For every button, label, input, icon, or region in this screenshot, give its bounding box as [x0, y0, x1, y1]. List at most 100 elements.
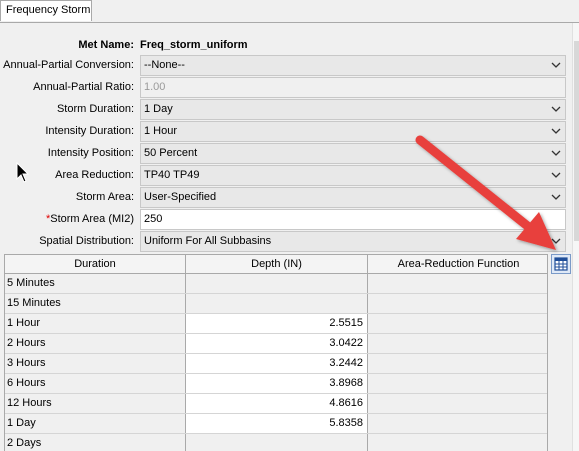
- field-label-text: Storm Area:: [75, 191, 134, 203]
- met-name-row: Met Name: Freq_storm_uniform: [0, 35, 572, 57]
- field-value: Uniform For All Subbasins: [144, 235, 272, 247]
- table-row: 5 Minutes: [5, 274, 547, 294]
- field-value: User-Specified: [144, 191, 217, 203]
- met-name-value: Freq_storm_uniform: [140, 39, 248, 51]
- cell-duration[interactable]: 2 Hours: [5, 334, 186, 353]
- field-value: 1 Hour: [144, 125, 178, 137]
- field-label-text: Storm Area (MI2): [50, 213, 134, 225]
- depth-table: Duration Depth (IN) Area-Reduction Funct…: [4, 254, 548, 451]
- cell-duration[interactable]: 15 Minutes: [5, 294, 186, 313]
- field-value: 1.00: [144, 81, 166, 93]
- field-value: 1 Day: [144, 103, 173, 115]
- dropdown-field[interactable]: Uniform For All Subbasins: [140, 231, 566, 252]
- cell-area-reduction[interactable]: [368, 334, 547, 353]
- field-label-text: Storm Duration:: [56, 103, 134, 115]
- cell-depth[interactable]: 2.5515: [186, 314, 368, 333]
- met-name-label: Met Name:: [78, 39, 134, 51]
- field-value: 50 Percent: [144, 147, 198, 159]
- field-label: *Storm Area (MI2): [0, 213, 134, 225]
- field-row: Storm Area: User-Specified: [0, 187, 572, 209]
- text-field: 1.00: [140, 77, 566, 98]
- tab-strip: Frequency Storm: [0, 0, 579, 23]
- vertical-scrollbar[interactable]: [572, 23, 579, 451]
- cell-area-reduction[interactable]: [368, 414, 547, 433]
- dropdown-field[interactable]: --None--: [140, 55, 566, 76]
- cell-depth[interactable]: [186, 434, 368, 451]
- table-editor-button[interactable]: [551, 254, 571, 274]
- field-label-text: Area Reduction:: [55, 169, 134, 181]
- field-label: Annual-Partial Ratio:: [0, 81, 134, 93]
- cell-depth[interactable]: 4.8616: [186, 394, 368, 413]
- cell-depth[interactable]: [186, 294, 368, 313]
- dropdown-field[interactable]: 1 Hour: [140, 121, 566, 142]
- field-label: Spatial Distribution:: [0, 235, 134, 247]
- field-row: Intensity Duration: 1 Hour: [0, 121, 572, 143]
- cell-duration[interactable]: 12 Hours: [5, 394, 186, 413]
- chevron-down-icon: [551, 62, 561, 68]
- field-label: Intensity Duration:: [0, 125, 134, 137]
- dropdown-field[interactable]: TP40 TP49: [140, 165, 566, 186]
- cell-duration[interactable]: 1 Day: [5, 414, 186, 433]
- cell-area-reduction[interactable]: [368, 294, 547, 313]
- field-label: Intensity Position:: [0, 147, 134, 159]
- field-label: Storm Area:: [0, 191, 134, 203]
- chevron-down-icon: [551, 194, 561, 200]
- table-row: 1 Hour 2.5515: [5, 314, 547, 334]
- cell-duration[interactable]: 2 Days: [5, 434, 186, 451]
- chevron-down-icon: [551, 150, 561, 156]
- cell-area-reduction[interactable]: [368, 314, 547, 333]
- cell-area-reduction[interactable]: [368, 354, 547, 373]
- cell-area-reduction[interactable]: [368, 274, 547, 293]
- chevron-down-icon: [551, 106, 561, 112]
- field-row: Intensity Position: 50 Percent: [0, 143, 572, 165]
- cell-depth[interactable]: 3.8968: [186, 374, 368, 393]
- cell-area-reduction[interactable]: [368, 394, 547, 413]
- table-row: 3 Hours 3.2442: [5, 354, 547, 374]
- chevron-down-icon: [551, 238, 561, 244]
- column-header-area-reduction[interactable]: Area-Reduction Function: [368, 255, 547, 273]
- field-row: Annual-Partial Ratio: 1.00: [0, 77, 572, 99]
- table-row: 12 Hours 4.8616: [5, 394, 547, 414]
- column-header-depth[interactable]: Depth (IN): [186, 255, 368, 273]
- table-grid-icon: [554, 257, 568, 271]
- text-field[interactable]: 250: [140, 209, 566, 230]
- field-value: 250: [144, 213, 163, 225]
- cell-area-reduction[interactable]: [368, 374, 547, 393]
- field-row: Storm Duration: 1 Day: [0, 99, 572, 121]
- field-row: Spatial Distribution: Uniform For All Sub…: [0, 231, 572, 253]
- table-row: 6 Hours 3.8968: [5, 374, 547, 394]
- table-row: 1 Day 5.8358: [5, 414, 547, 434]
- cell-depth[interactable]: 3.2442: [186, 354, 368, 373]
- table-row: 2 Hours 3.0422: [5, 334, 547, 354]
- table-row: 2 Days: [5, 434, 547, 451]
- field-row: *Storm Area (MI2) 250: [0, 209, 572, 231]
- field-label: Annual-Partial Conversion:: [0, 59, 134, 71]
- cell-area-reduction[interactable]: [368, 434, 547, 451]
- dropdown-field[interactable]: User-Specified: [140, 187, 566, 208]
- cell-duration[interactable]: 5 Minutes: [5, 274, 186, 293]
- field-label-text: Intensity Duration:: [45, 125, 134, 137]
- cell-depth[interactable]: [186, 274, 368, 293]
- cell-duration[interactable]: 3 Hours: [5, 354, 186, 373]
- column-header-duration[interactable]: Duration: [5, 255, 186, 273]
- field-label-text: Annual-Partial Ratio:: [33, 81, 134, 93]
- dropdown-field[interactable]: 1 Day: [140, 99, 566, 120]
- field-label-text: Intensity Position:: [47, 147, 134, 159]
- scrollbar-thumb[interactable]: [574, 41, 579, 241]
- field-label-text: Spatial Distribution:: [39, 235, 134, 247]
- field-row: Annual-Partial Conversion: --None--: [0, 55, 572, 77]
- cell-duration[interactable]: 6 Hours: [5, 374, 186, 393]
- cell-duration[interactable]: 1 Hour: [5, 314, 186, 333]
- chevron-down-icon: [551, 128, 561, 134]
- tab-frequency-storm[interactable]: Frequency Storm: [0, 0, 92, 21]
- mouse-pointer-icon: [16, 162, 30, 183]
- field-label-text: Annual-Partial Conversion:: [3, 59, 134, 71]
- field-value: --None--: [144, 59, 185, 71]
- field-value: TP40 TP49: [144, 169, 200, 181]
- cell-depth[interactable]: 5.8358: [186, 414, 368, 433]
- dropdown-field[interactable]: 50 Percent: [140, 143, 566, 164]
- field-row: Area Reduction: TP40 TP49: [0, 165, 572, 187]
- field-label: Storm Duration:: [0, 103, 134, 115]
- table-row: 15 Minutes: [5, 294, 547, 314]
- cell-depth[interactable]: 3.0422: [186, 334, 368, 353]
